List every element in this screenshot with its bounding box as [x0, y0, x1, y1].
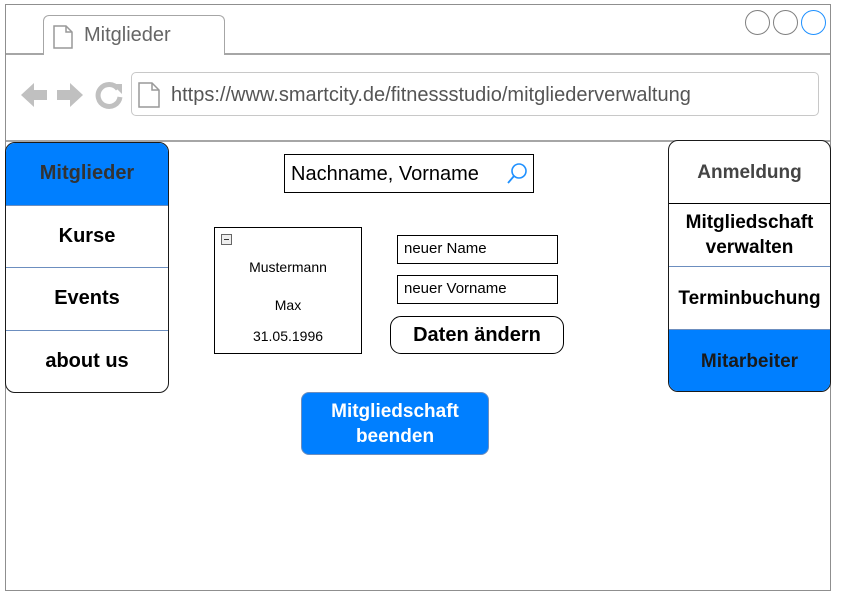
tab-title: Mitglieder [84, 24, 171, 46]
menu-item-mitgliedschaft-verwalten[interactable]: Mitgliedschaft verwalten [669, 204, 830, 267]
page-icon [53, 25, 73, 54]
sidebar-item-events[interactable]: Events [6, 268, 168, 331]
search-icon[interactable] [506, 162, 528, 191]
browser-tab[interactable]: Mitglieder [43, 15, 225, 55]
url-text: https://www.smartcity.de/fitnessstudio/m… [171, 84, 691, 106]
menu-item-mitarbeiter[interactable]: Mitarbeiter [669, 330, 830, 391]
sidebar-nav: Mitglieder Kurse Events about us [5, 142, 169, 393]
member-birthdate: 31.05.1996 [252, 328, 324, 344]
address-bar[interactable]: https://www.smartcity.de/fitnessstudio/m… [131, 72, 819, 116]
page-icon [138, 82, 160, 113]
maximize-button[interactable] [773, 10, 798, 35]
end-membership-line1: Mitgliedschaft [331, 400, 459, 422]
menu-item-anmeldung[interactable]: Anmeldung [669, 141, 830, 204]
new-firstname-field[interactable]: neuer Vorname [397, 275, 558, 304]
menu-item-label-line2: verwalten [705, 237, 794, 258]
back-arrow-icon[interactable] [19, 80, 49, 115]
menu-item-terminbuchung[interactable]: Terminbuchung [669, 267, 830, 330]
end-membership-button[interactable]: Mitgliedschaft beenden [301, 392, 489, 455]
sidebar-item-kurse[interactable]: Kurse [6, 206, 168, 268]
right-menu: Anmeldung Mitgliedschaft verwalten Termi… [668, 140, 831, 392]
minimize-button[interactable] [745, 10, 770, 35]
sidebar-item-about-us[interactable]: about us [6, 331, 168, 393]
reload-icon[interactable] [94, 80, 124, 115]
close-button[interactable] [801, 10, 826, 35]
menu-item-label-line1: Mitgliedschaft [685, 212, 814, 233]
sidebar-item-mitglieder[interactable]: Mitglieder [6, 143, 168, 206]
member-last-name: Mustermann [249, 259, 327, 275]
collapse-icon[interactable] [221, 234, 232, 245]
search-text: Nachname, Vorname [291, 163, 479, 185]
forward-arrow-icon[interactable] [55, 80, 85, 115]
change-data-button[interactable]: Daten ändern [390, 316, 564, 354]
new-name-field[interactable]: neuer Name [397, 235, 558, 264]
window-controls [745, 10, 826, 35]
member-first-name: Max [274, 297, 302, 313]
member-card: Mustermann Max 31.05.1996 [214, 227, 362, 354]
end-membership-line2: beenden [355, 425, 435, 447]
search-input[interactable]: Nachname, Vorname [284, 154, 534, 193]
